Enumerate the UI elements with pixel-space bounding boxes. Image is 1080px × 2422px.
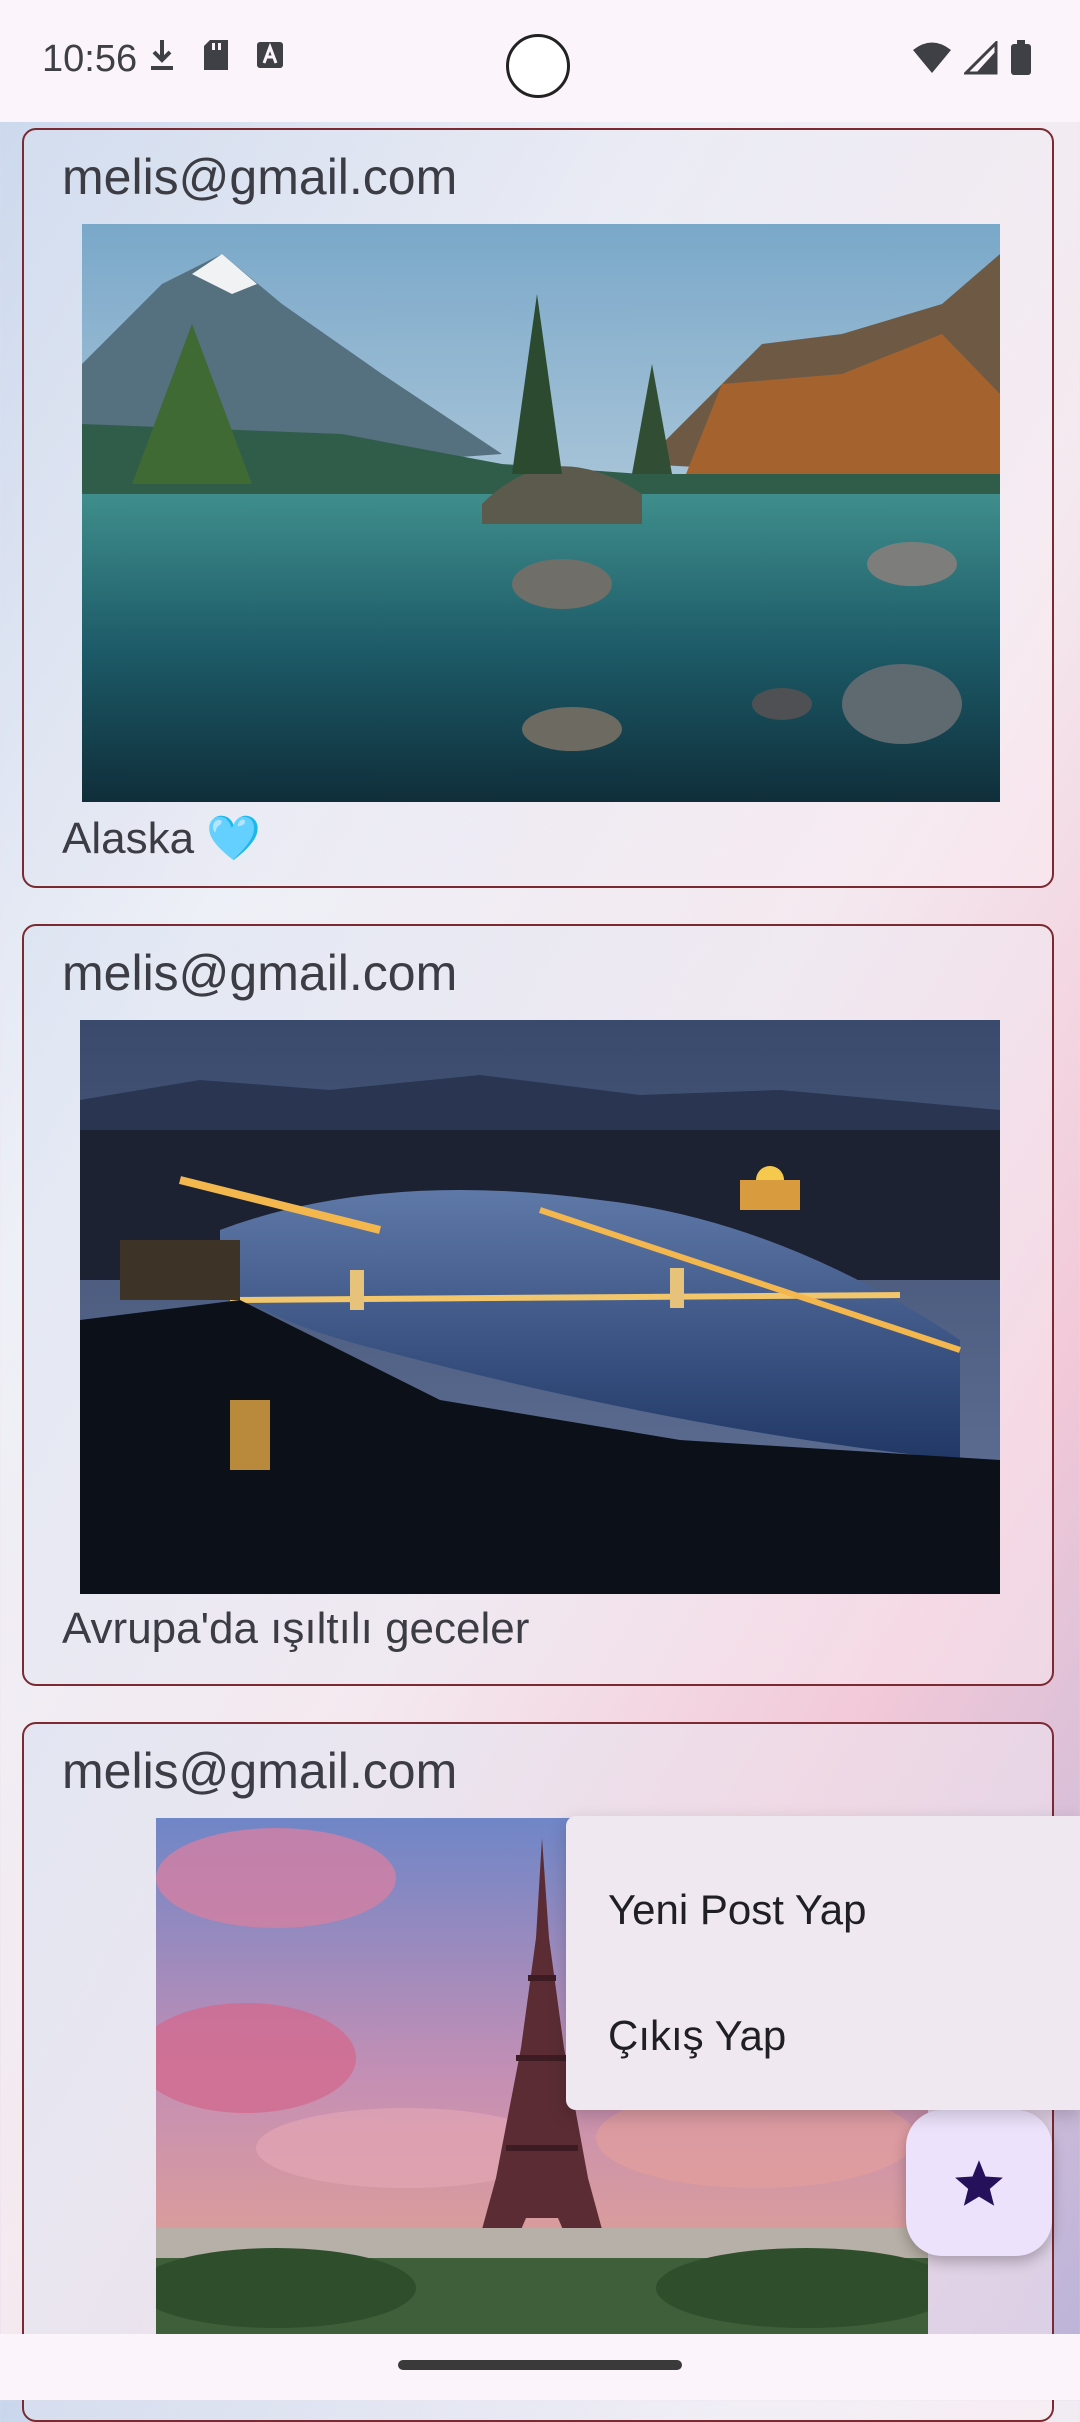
menu-item-logout[interactable]: Çıkış Yap xyxy=(608,2012,786,2060)
download-icon xyxy=(151,40,173,70)
overflow-menu: Yeni Post Yap Çıkış Yap xyxy=(566,1816,1080,2110)
signal-icon xyxy=(964,41,998,75)
star-icon xyxy=(955,2160,1003,2206)
post-card[interactable]: melis@gmail.com xyxy=(22,128,1054,888)
status-bar: 10:56 xyxy=(0,0,1080,122)
status-time: 10:56 xyxy=(42,38,138,80)
menu-item-new-post[interactable]: Yeni Post Yap xyxy=(608,1886,866,1934)
navigation-bar xyxy=(0,2334,1080,2400)
battery-icon xyxy=(1011,40,1031,75)
post-author-email: melis@gmail.com xyxy=(62,1743,458,1799)
night-city-river-photo xyxy=(80,1020,1000,1594)
post-author-email: melis@gmail.com xyxy=(62,149,458,205)
post-card[interactable]: melis@gmail.com xyxy=(22,924,1054,1686)
post-image[interactable] xyxy=(80,1020,1000,1594)
gesture-handle[interactable] xyxy=(398,2360,682,2370)
post-author-email: melis@gmail.com xyxy=(62,945,458,1001)
post-caption: Avrupa'da ışıltılı geceler xyxy=(62,1604,530,1653)
status-right-icons xyxy=(912,40,1032,76)
post-image[interactable] xyxy=(82,224,1000,802)
mountain-lake-photo xyxy=(82,224,1000,802)
text-a-icon xyxy=(257,42,283,68)
fab-button[interactable] xyxy=(906,2110,1052,2256)
wifi-icon xyxy=(913,42,951,73)
post-caption: Alaska 🩵 xyxy=(62,814,262,863)
camera-cutout xyxy=(506,34,570,98)
sd-card-icon xyxy=(204,40,228,70)
status-left-icons xyxy=(148,38,284,72)
